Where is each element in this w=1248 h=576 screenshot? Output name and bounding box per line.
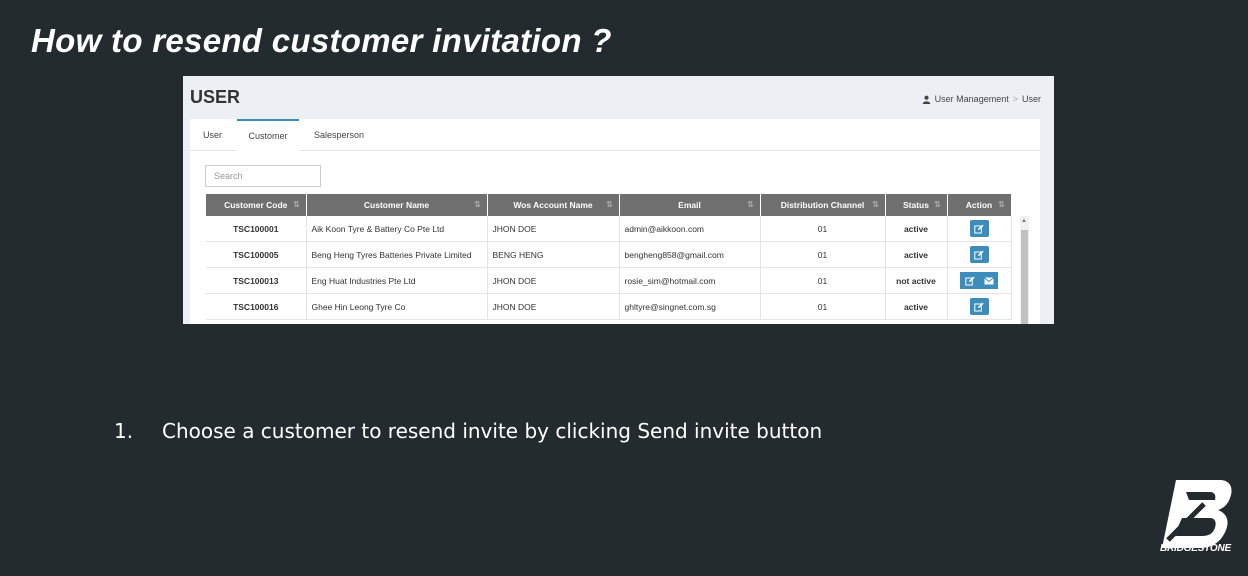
- breadcrumb-separator: >: [1012, 94, 1018, 104]
- tab-customer[interactable]: Customer: [237, 119, 299, 152]
- col-header-customer-code[interactable]: Customer Code ⇅: [206, 194, 307, 216]
- cell-email: bengheng858@gmail.com: [619, 241, 761, 268]
- tab-bar: User Customer Salesperson: [190, 119, 1040, 152]
- edit-button[interactable]: [960, 272, 979, 289]
- cell-customer-name: Aik Koon Tyre & Battery Co Pte Ltd: [306, 216, 488, 242]
- app-screenshot: USER User Management > User User Custome…: [183, 76, 1054, 324]
- col-header-distribution-channel[interactable]: Distribution Channel ⇅: [760, 194, 886, 216]
- col-header-wos-account-name[interactable]: Wos Account Name ⇅: [487, 194, 620, 216]
- table-row: TSC100016 Ghee Hin Leong Tyre Co JHON DO…: [206, 293, 1012, 320]
- cell-wos-account-name: BENG HENG: [487, 241, 620, 268]
- table-row: TSC100005 Beng Heng Tyres Batteries Priv…: [206, 241, 1012, 268]
- cell-customer-name: Ghee Hin Leong Tyre Co: [306, 293, 488, 320]
- instruction-step: 1. Choose a customer to resend invite by…: [114, 419, 822, 443]
- cell-customer-code: TSC100016: [206, 293, 307, 320]
- edit-icon: [974, 224, 984, 233]
- edit-button[interactable]: [969, 298, 989, 315]
- sort-icon: ⇅: [293, 200, 300, 209]
- cell-customer-name: Eng Huat Industries Pte Ltd: [306, 267, 488, 294]
- step-number: 1.: [114, 419, 134, 443]
- breadcrumb-item-user: User: [1021, 94, 1041, 104]
- cell-customer-code: TSC100005: [206, 241, 307, 268]
- tab-salesperson[interactable]: Salesperson: [304, 119, 374, 150]
- tab-user[interactable]: User: [190, 119, 235, 150]
- envelope-icon: [983, 276, 994, 284]
- step-text: Choose a customer to resend invite by cl…: [162, 419, 823, 443]
- cell-distribution-channel: 01: [760, 267, 886, 294]
- cell-email: admin@aikkoon.com: [619, 216, 761, 242]
- customer-table: Customer Code ⇅ Customer Name ⇅ Wos Accoun…: [206, 194, 1012, 320]
- table-scrollbar[interactable]: ▲: [1020, 216, 1029, 324]
- cell-customer-code: TSC100001: [206, 216, 307, 242]
- edit-icon: [974, 250, 984, 259]
- cell-action: [947, 216, 1012, 242]
- status-badge: active: [885, 216, 948, 242]
- action-button-group: [960, 272, 998, 289]
- page-title: USER: [190, 87, 241, 107]
- status-badge: active: [885, 293, 948, 320]
- col-header-customer-name[interactable]: Customer Name ⇅: [306, 194, 488, 216]
- table-row: TSC100013 Eng Huat Industries Pte Ltd JH…: [206, 267, 1012, 294]
- slide-title: How to resend customer invitation ?: [31, 22, 612, 59]
- table-row: TSC100001 Aik Koon Tyre & Battery Co Pte…: [206, 216, 1012, 242]
- cell-distribution-channel: 01: [760, 216, 886, 242]
- sort-icon: ⇅: [747, 200, 754, 209]
- scroll-up-arrow-icon[interactable]: ▲: [1021, 218, 1027, 224]
- col-header-email[interactable]: Email ⇅: [619, 194, 761, 216]
- status-badge: not active: [885, 267, 948, 294]
- scrollbar-thumb[interactable]: [1021, 230, 1028, 324]
- edit-icon: [974, 302, 984, 311]
- sort-icon: ⇅: [934, 200, 941, 209]
- col-header-status[interactable]: Status ⇅: [885, 194, 948, 216]
- cell-action: [947, 293, 1012, 320]
- sort-icon: ⇅: [998, 200, 1005, 209]
- bridgestone-wordmark: BRIDGESTONE: [1160, 543, 1231, 554]
- cell-email: rosie_sim@hotmail.com: [619, 267, 761, 294]
- cell-customer-code: TSC100013: [206, 267, 307, 294]
- breadcrumb: User Management > User: [922, 94, 1041, 104]
- cell-wos-account-name: JHON DOE: [487, 216, 620, 242]
- cell-wos-account-name: JHON DOE: [487, 293, 620, 320]
- edit-icon: [964, 276, 975, 285]
- edit-button[interactable]: [969, 246, 989, 263]
- content-panel: User Customer Salesperson Customer Code⇅…: [190, 119, 1040, 324]
- cell-action: [947, 267, 1012, 294]
- page-header: USER User Management > User: [183, 76, 1054, 116]
- cell-distribution-channel: 01: [760, 241, 886, 268]
- status-badge: active: [885, 241, 948, 268]
- sort-icon: ⇅: [474, 200, 481, 209]
- breadcrumb-item-user-management[interactable]: User Management: [935, 94, 1009, 104]
- send-invite-button[interactable]: [979, 272, 998, 289]
- edit-button[interactable]: [969, 220, 989, 237]
- cell-distribution-channel: 01: [760, 293, 886, 320]
- cell-wos-account-name: JHON DOE: [487, 267, 620, 294]
- search-input[interactable]: [205, 165, 321, 187]
- col-header-action: Action ⇅: [947, 194, 1012, 216]
- cell-email: ghltyre@singnet.com.sg: [619, 293, 761, 320]
- table-header-row: Customer Code ⇅ Customer Name ⇅ Wos Accoun…: [206, 194, 1012, 216]
- sort-icon: ⇅: [872, 200, 879, 209]
- user-icon: [922, 95, 930, 104]
- cell-customer-name: Beng Heng Tyres Batteries Private Limite…: [306, 241, 488, 268]
- cell-action: [947, 241, 1012, 268]
- sort-icon: ⇅: [606, 200, 613, 209]
